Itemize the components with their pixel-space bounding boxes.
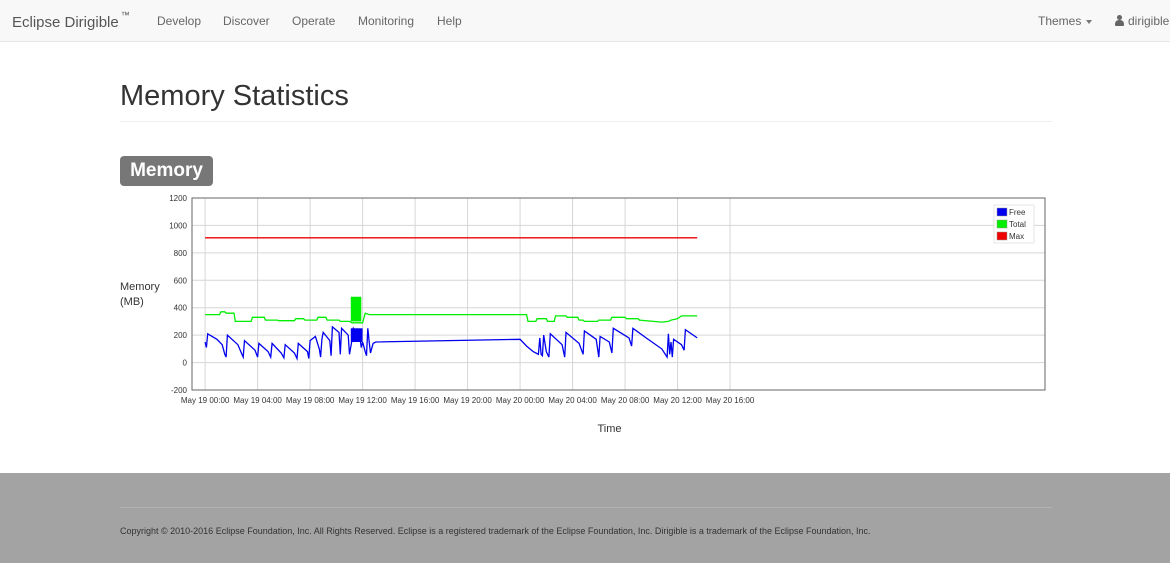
memory-chart: -200020040060080010001200May 19 00:00 May…	[120, 194, 1046, 435]
x-tick-label: May 20 00:00	[496, 396, 545, 405]
legend-swatch	[996, 207, 1008, 217]
y-axis-label: Memory (MB)	[120, 281, 160, 308]
legend-label: Total	[1009, 220, 1026, 229]
nav-discover[interactable]: Discover	[223, 14, 270, 28]
footer-copyright: Copyright © 2010-2016 Eclipse Foundation…	[120, 526, 871, 536]
page-title: Memory Statistics	[120, 80, 349, 112]
legend-swatch	[996, 219, 1008, 229]
x-tick-label: May 19 08:00	[286, 396, 335, 405]
band-total	[350, 296, 362, 322]
x-tick-label: May 19 04:00	[233, 396, 282, 405]
user-name: dirigible	[1128, 14, 1170, 28]
y-tick-label: 200	[174, 331, 188, 340]
brand-name: Eclipse Dirigible	[12, 14, 119, 31]
caret-down-icon	[1086, 19, 1093, 24]
footer-divider	[120, 507, 1052, 508]
legend-label: Free	[1009, 208, 1026, 217]
y-tick-label: 600	[174, 276, 188, 285]
plot-area	[192, 198, 1045, 390]
brand-link[interactable]: Eclipse Dirigible ™	[12, 10, 130, 31]
y-axis-label-line: (MB)	[120, 296, 144, 308]
themes-dropdown[interactable]: Themes	[1038, 14, 1093, 28]
x-tick-label: May 20 16:00	[706, 396, 755, 405]
x-axis-label: Time	[597, 423, 621, 435]
user-icon	[1115, 15, 1125, 26]
y-tick-label: 400	[174, 304, 188, 313]
nav-monitoring[interactable]: Monitoring	[358, 14, 414, 28]
nav-help[interactable]: Help	[437, 14, 462, 28]
y-tick-label: 0	[183, 359, 188, 368]
legend-swatch	[996, 231, 1008, 241]
memory-section-label: Memory	[120, 156, 213, 186]
x-tick-label: May 19 00:00	[181, 396, 230, 405]
legend-label: Max	[1009, 232, 1024, 241]
y-tick-label: 1200	[169, 194, 187, 203]
y-axis-label-line: Memory	[120, 281, 160, 293]
x-tick-label: May 20 04:00	[548, 396, 597, 405]
x-tick-label: May 20 08:00	[601, 396, 650, 405]
x-tick-label: May 19 12:00	[338, 396, 387, 405]
trademark-mark: ™	[120, 10, 130, 20]
y-tick-label: 1000	[169, 221, 187, 230]
footer: Copyright © 2010-2016 Eclipse Foundation…	[0, 473, 1170, 563]
x-tick-label: May 19 20:00	[443, 396, 492, 405]
x-tick-label: May 19 16:00	[391, 396, 440, 405]
nav-develop[interactable]: Develop	[157, 14, 201, 28]
top-navbar: Eclipse Dirigible ™ Develop Discover Oper…	[0, 0, 1170, 42]
y-tick-label: 800	[174, 249, 188, 258]
title-divider	[120, 121, 1052, 122]
user-menu[interactable]: dirigible	[1115, 14, 1169, 28]
nav-operate[interactable]: Operate	[292, 14, 335, 28]
themes-label: Themes	[1038, 14, 1082, 28]
y-tick-label: -200	[171, 386, 188, 395]
x-tick-label: May 20 12:00	[653, 396, 702, 405]
